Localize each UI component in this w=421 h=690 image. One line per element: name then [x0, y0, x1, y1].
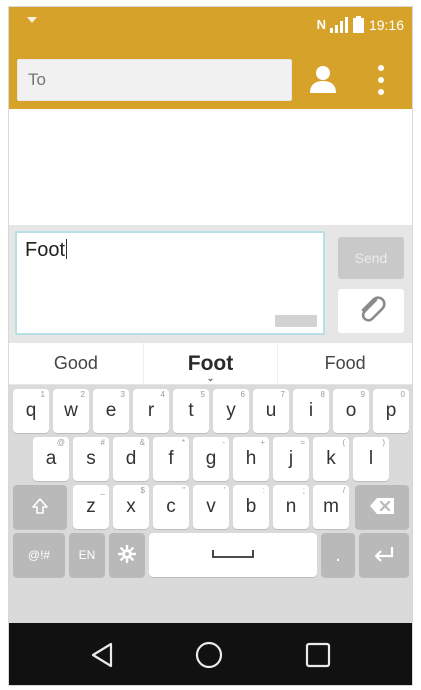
key-l[interactable]: l): [353, 437, 389, 481]
key-m[interactable]: m /: [313, 485, 349, 529]
key-z[interactable]: z _: [73, 485, 109, 529]
key-e[interactable]: e3: [93, 389, 129, 433]
key-i[interactable]: i8: [293, 389, 329, 433]
home-icon[interactable]: [194, 640, 224, 670]
message-text: Foot: [25, 239, 68, 261]
keyboard: q1 w2 e3 r4 t5 y6 u7 i8 o9 p0 a @ s # d & f…: [9, 385, 412, 623]
suggestion-item[interactable]: Good: [9, 343, 143, 384]
more-vertical-icon[interactable]: [371, 63, 391, 97]
key-o[interactable]: o9: [333, 389, 369, 433]
notification-icon: [27, 17, 37, 23]
key-k[interactable]: k(: [313, 437, 349, 481]
nfc-icon: N: [316, 17, 326, 32]
key-y[interactable]: y6: [213, 389, 249, 433]
language-key[interactable]: EN: [69, 533, 105, 577]
period-key[interactable]: .: [321, 533, 355, 577]
contact-icon[interactable]: [307, 63, 339, 95]
attach-button[interactable]: [338, 289, 404, 333]
keyboard-row-3: z _ x $ c " v ' b: n; m /: [9, 485, 412, 531]
message-composer: Foot Send: [9, 225, 412, 343]
status-bar: N 19:16: [9, 7, 412, 47]
space-icon: [211, 544, 255, 566]
signal-icon: [329, 16, 348, 33]
suggestion-item-primary[interactable]: Foot ⌄: [142, 343, 278, 384]
key-t[interactable]: t5: [173, 389, 209, 433]
key-u[interactable]: u7: [253, 389, 289, 433]
key-d[interactable]: d &: [113, 437, 149, 481]
backspace-icon: [369, 497, 395, 518]
enter-key[interactable]: [359, 533, 409, 577]
conversation-area: [9, 109, 412, 227]
enter-icon: [373, 545, 395, 566]
key-s[interactable]: s #: [73, 437, 109, 481]
status-icons: N 19:16: [317, 16, 404, 33]
settings-key[interactable]: [109, 533, 145, 577]
message-input[interactable]: Foot: [15, 231, 325, 335]
key-c[interactable]: c ": [153, 485, 189, 529]
key-n[interactable]: n;: [273, 485, 309, 529]
suggestion-bar: Good Foot ⌄ Food: [9, 343, 412, 385]
space-key[interactable]: [149, 533, 317, 577]
key-q[interactable]: q1: [13, 389, 49, 433]
key-b[interactable]: b:: [233, 485, 269, 529]
shift-icon: [31, 497, 49, 518]
key-f[interactable]: f *: [153, 437, 189, 481]
key-j[interactable]: j =: [273, 437, 309, 481]
send-button[interactable]: Send: [338, 237, 404, 279]
to-field[interactable]: [17, 59, 292, 101]
paperclip-icon: [354, 292, 388, 331]
symbols-key[interactable]: @!#: [13, 533, 65, 577]
keyboard-row-1: q1 w2 e3 r4 t5 y6 u7 i8 o9 p0: [9, 389, 412, 435]
key-r[interactable]: r4: [133, 389, 169, 433]
key-x[interactable]: x $: [113, 485, 149, 529]
phone-screen: N 19:16 To Foot Send Good Foot ⌄ Food q …: [8, 6, 413, 686]
recents-icon[interactable]: [304, 641, 332, 669]
key-v[interactable]: v ': [193, 485, 229, 529]
text-caret: [66, 239, 68, 259]
chevron-down-icon: ⌄: [206, 373, 215, 383]
key-h[interactable]: h +: [233, 437, 269, 481]
back-icon[interactable]: [89, 641, 115, 669]
gear-icon: [117, 544, 137, 566]
suggestion-label: Foot: [187, 351, 234, 375]
key-a[interactable]: a @: [33, 437, 69, 481]
keyboard-row-4: @!# EN .: [9, 533, 412, 579]
key-g[interactable]: g-: [193, 437, 229, 481]
keyboard-row-2: a @ s # d & f * g- h + j = k( l): [9, 437, 412, 483]
suggestion-item[interactable]: Food: [277, 343, 412, 384]
shift-key[interactable]: [13, 485, 67, 529]
character-counter: [275, 315, 317, 327]
backspace-key[interactable]: [355, 485, 409, 529]
navigation-bar: [9, 623, 412, 685]
key-p[interactable]: p0: [373, 389, 409, 433]
app-bar: [9, 45, 412, 109]
battery-icon: [352, 16, 364, 33]
key-w[interactable]: w2: [53, 389, 89, 433]
status-time: 19:16: [368, 16, 404, 33]
